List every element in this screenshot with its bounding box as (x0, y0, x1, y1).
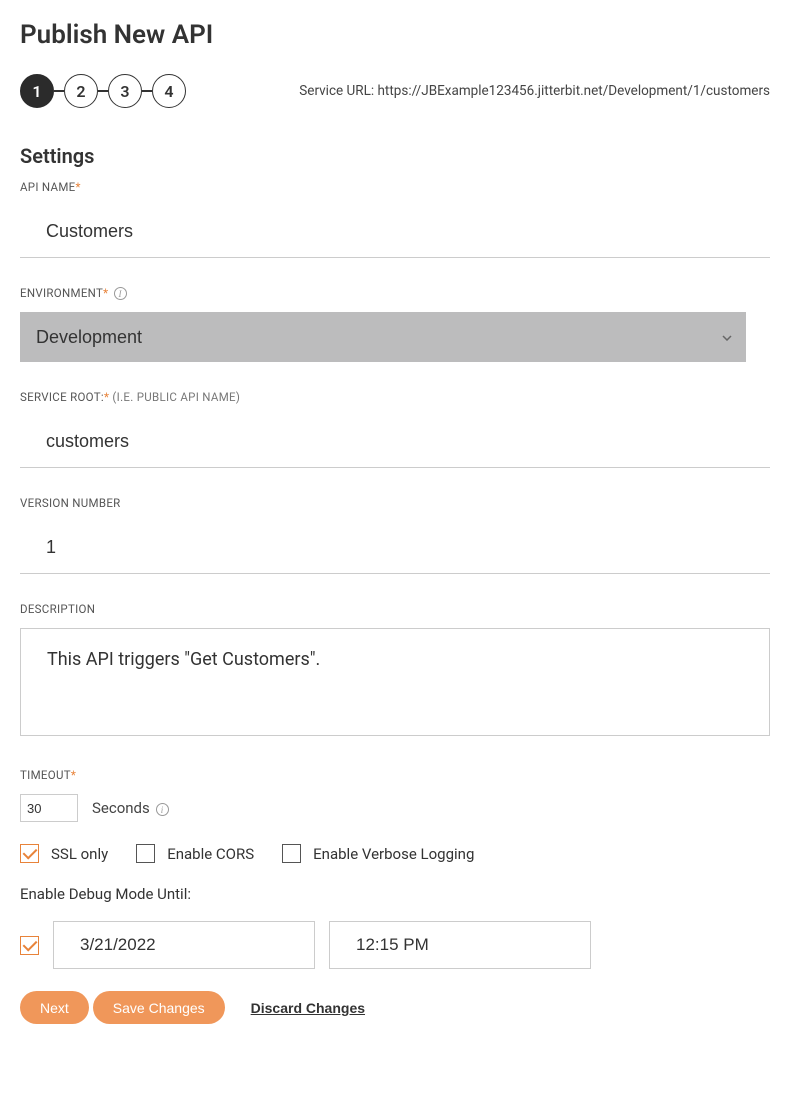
top-row: 1 2 3 4 Service URL: https://JBExample12… (20, 74, 770, 108)
environment-select[interactable] (20, 312, 746, 362)
service-root-group: SERVICE ROOT:* (I.E. PUBLIC API NAME) (20, 390, 770, 468)
enable-verbose-label: Enable Verbose Logging (313, 845, 474, 863)
info-icon[interactable]: i (156, 803, 169, 816)
api-name-label-text: API NAME (20, 180, 76, 194)
service-url-label: Service URL: (299, 83, 377, 99)
debug-label: Enable Debug Mode Until: (20, 885, 770, 903)
enable-cors-label: Enable CORS (167, 845, 254, 863)
step-line (54, 90, 64, 92)
page-title: Publish New API (20, 20, 770, 50)
step-4[interactable]: 4 (152, 74, 186, 108)
timeout-label: TIMEOUT* (20, 768, 770, 782)
version-label: VERSION NUMBER (20, 496, 770, 510)
timeout-input[interactable] (20, 794, 78, 822)
step-2[interactable]: 2 (64, 74, 98, 108)
debug-time-input[interactable] (329, 921, 591, 969)
api-name-input[interactable] (20, 206, 770, 258)
step-1[interactable]: 1 (20, 74, 54, 108)
step-3[interactable]: 3 (108, 74, 142, 108)
required-mark: * (76, 180, 81, 194)
service-root-input[interactable] (20, 416, 770, 468)
ssl-only-checkbox[interactable] (20, 844, 39, 863)
step-line (98, 90, 108, 92)
enable-verbose-checkbox[interactable] (282, 844, 301, 863)
stepper: 1 2 3 4 (20, 74, 186, 108)
ssl-only-item: SSL only (20, 844, 108, 863)
version-input[interactable] (20, 522, 770, 574)
service-root-label: SERVICE ROOT:* (I.E. PUBLIC API NAME) (20, 390, 770, 404)
timeout-row: Seconds i (20, 794, 770, 822)
api-name-group: API NAME* (20, 180, 770, 258)
environment-group: ENVIRONMENT* i (20, 286, 770, 362)
debug-date-input[interactable] (53, 921, 315, 969)
required-mark: * (103, 286, 108, 300)
service-root-label-text: SERVICE ROOT: (20, 390, 104, 404)
timeout-label-text: TIMEOUT (20, 768, 71, 782)
save-changes-button[interactable]: Save Changes (93, 991, 225, 1024)
ssl-only-label: SSL only (51, 845, 108, 863)
next-button[interactable]: Next (20, 991, 89, 1024)
service-url: Service URL: https://JBExample123456.jit… (299, 83, 770, 99)
description-textarea[interactable]: This API triggers "Get Customers". (20, 628, 770, 736)
debug-row (20, 921, 770, 969)
environment-select-wrap (20, 312, 746, 362)
timeout-unit: Seconds i (92, 799, 169, 817)
section-title: Settings (20, 144, 770, 168)
timeout-group: TIMEOUT* Seconds i (20, 768, 770, 822)
service-url-value: https://JBExample123456.jitterbit.net/De… (378, 83, 771, 99)
description-label: DESCRIPTION (20, 602, 770, 616)
version-group: VERSION NUMBER (20, 496, 770, 574)
description-group: DESCRIPTION This API triggers "Get Custo… (20, 602, 770, 740)
enable-cors-item: Enable CORS (136, 844, 254, 863)
button-row: Next Save Changes Discard Changes (20, 991, 770, 1024)
environment-label-text: ENVIRONMENT (20, 286, 103, 300)
checkbox-row: SSL only Enable CORS Enable Verbose Logg… (20, 844, 770, 863)
service-root-hint: (I.E. PUBLIC API NAME) (109, 390, 240, 404)
enable-cors-checkbox[interactable] (136, 844, 155, 863)
discard-changes-button[interactable]: Discard Changes (251, 1000, 365, 1016)
enable-verbose-item: Enable Verbose Logging (282, 844, 474, 863)
api-name-label: API NAME* (20, 180, 770, 194)
info-icon[interactable]: i (114, 287, 127, 300)
timeout-unit-text: Seconds (92, 799, 150, 817)
step-line (142, 90, 152, 92)
required-mark: * (71, 768, 76, 782)
environment-label: ENVIRONMENT* i (20, 286, 770, 300)
debug-checkbox[interactable] (20, 936, 39, 955)
